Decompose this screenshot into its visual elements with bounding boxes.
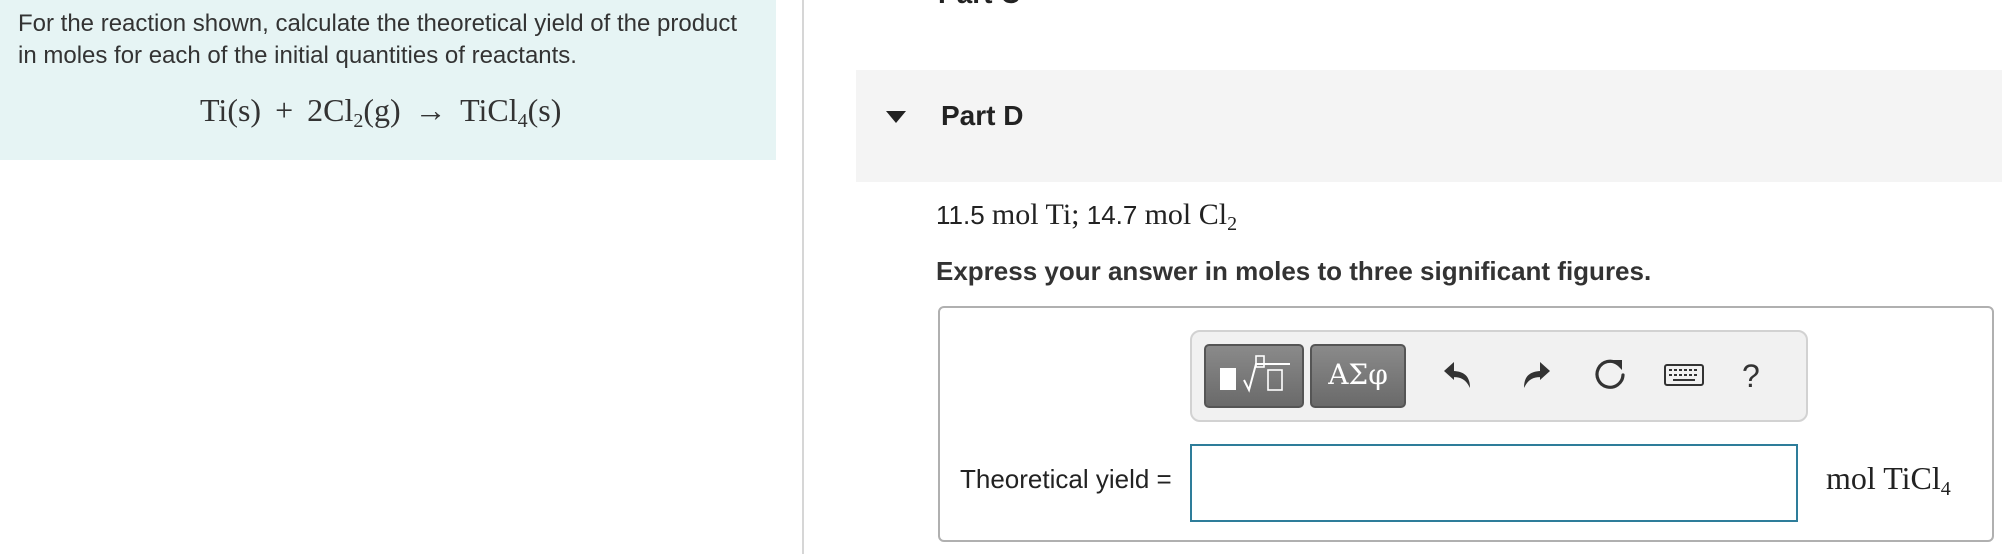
theoretical-yield-input[interactable] (1190, 444, 1798, 522)
answer-unit: mol TiCl4 (1826, 460, 1951, 501)
eq-product: TiCl (460, 92, 518, 128)
keyboard-icon[interactable] (1662, 354, 1706, 394)
part-d-header[interactable]: Part D (856, 70, 2002, 182)
eq-reactant-cl: 2Cl (307, 92, 354, 128)
reset-icon[interactable] (1590, 354, 1630, 394)
eq-reactant-ti: Ti(s) (200, 92, 262, 128)
reaction-equation: Ti(s) + 2Cl2(g) → TiCl4(s) (200, 92, 561, 133)
expand-down-icon (886, 111, 906, 123)
greek-letters-button[interactable]: ΑΣφ (1310, 344, 1406, 408)
eq-arrow: → (414, 92, 447, 128)
eq-plus: + (275, 92, 294, 128)
help-icon[interactable]: ? (1742, 358, 1760, 395)
cl-unit: mol Cl (1144, 198, 1228, 231)
theoretical-yield-label: Theoretical yield = (960, 464, 1172, 494)
eq-product-subscript: 4 (517, 110, 528, 132)
answer-box: ΑΣφ ? Theoretical yield = mol TiCl4 (938, 306, 1994, 542)
undo-icon[interactable] (1438, 354, 1478, 394)
redo-icon[interactable] (1516, 354, 1556, 394)
panel-divider (802, 0, 804, 554)
part-c-title: Part C (938, 0, 1020, 10)
part-c-header[interactable]: Part C (856, 0, 2002, 10)
cl-subscript: 2 (1227, 213, 1238, 235)
eq-cl-phase: (g) (363, 92, 401, 128)
templates-button[interactable] (1204, 344, 1304, 408)
math-toolbar: ΑΣφ ? (1190, 330, 1808, 422)
ti-unit: mol Ti; (991, 198, 1080, 231)
answer-unit-text: mol TiCl (1826, 460, 1941, 496)
initial-quantities: 11.5 mol Ti; 14.7 mol Cl2 (936, 198, 1237, 236)
problem-prompt: For the reaction shown, calculate the th… (18, 10, 738, 69)
greek-letters-icon: ΑΣφ (1328, 358, 1388, 391)
part-d-title: Part D (941, 100, 1024, 131)
answer-unit-subscript: 4 (1940, 478, 1951, 500)
page: For the reaction shown, calculate the th… (0, 0, 2002, 554)
problem-panel: For the reaction shown, calculate the th… (0, 0, 776, 160)
answer-instruction: Express your answer in moles to three si… (936, 256, 1652, 286)
cl-amount: 14.7 (1086, 200, 1138, 230)
ti-amount: 11.5 (936, 200, 985, 230)
templates-icon (1220, 355, 1290, 393)
eq-product-phase: (s) (527, 92, 562, 128)
eq-cl-subscript: 2 (353, 110, 364, 132)
